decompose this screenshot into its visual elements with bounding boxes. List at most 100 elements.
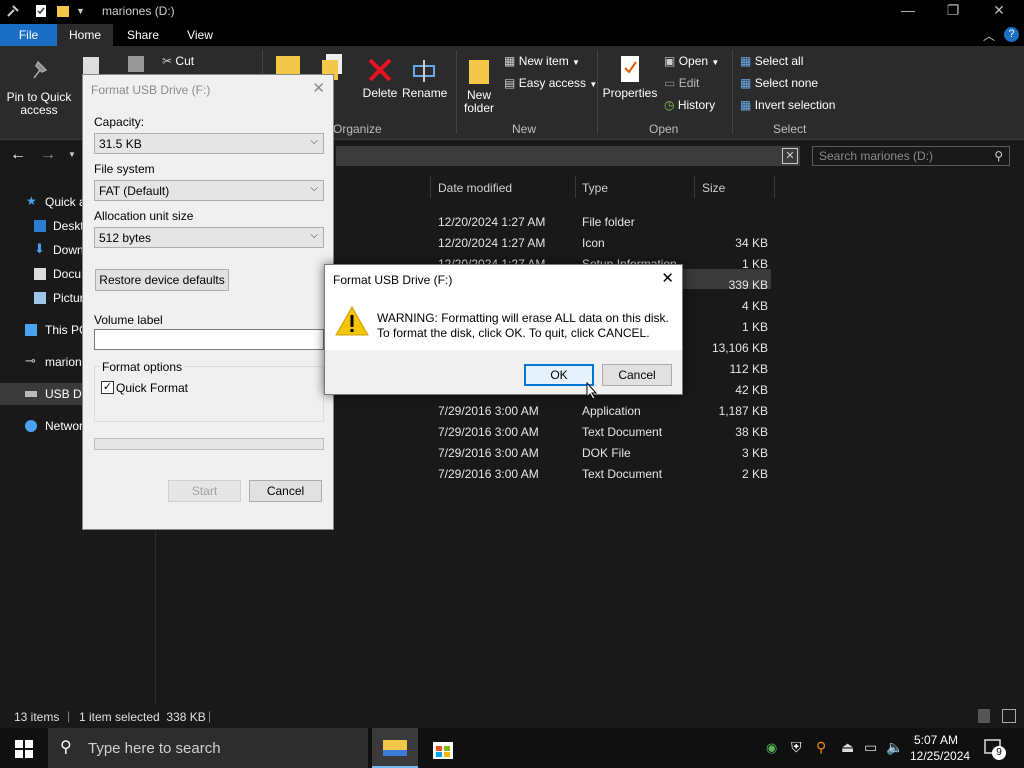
properties-label: Properties bbox=[602, 86, 658, 100]
row-size: 112 KB bbox=[729, 362, 768, 376]
file-system-select[interactable]: FAT (Default) ⌵ bbox=[94, 180, 324, 201]
column-header-date[interactable]: Date modified bbox=[438, 181, 512, 195]
status-bar: 13 items | 1 item selected 338 KB | bbox=[0, 704, 1024, 728]
search-placeholder: Search mariones (D:) bbox=[819, 149, 934, 163]
tray-search-icon[interactable]: ⚲ bbox=[816, 739, 826, 756]
mouse-cursor-icon bbox=[586, 382, 598, 400]
chevron-down-icon: ⌵ bbox=[310, 183, 318, 194]
format-progress-bar bbox=[94, 438, 324, 450]
recent-locations-chevron-icon[interactable]: ▼ bbox=[68, 150, 76, 159]
clear-address-icon[interactable]: ✕ bbox=[782, 148, 798, 164]
store-icon bbox=[433, 742, 453, 759]
restore-icon[interactable]: ❐ bbox=[938, 2, 968, 19]
new-item-button[interactable]: ▦ New item ▼ bbox=[504, 54, 580, 68]
row-size: 3 KB bbox=[741, 446, 768, 460]
invert-selection-button[interactable]: ▦ Invert selection bbox=[740, 98, 835, 112]
help-icon[interactable]: ? bbox=[1004, 27, 1019, 42]
clock-time[interactable]: 5:07 AM bbox=[914, 733, 958, 747]
clock-date[interactable]: 12/25/2024 bbox=[910, 749, 970, 763]
edit-button[interactable]: ▭ Edit bbox=[664, 76, 699, 90]
new-folder-icon bbox=[469, 60, 489, 84]
chevron-down-icon: ⌵ bbox=[310, 230, 318, 241]
delete-button[interactable]: Delete bbox=[360, 56, 400, 100]
forward-arrow-icon[interactable]: → bbox=[40, 146, 56, 164]
select-all-button[interactable]: ▦ Select all bbox=[740, 54, 803, 68]
start-button[interactable]: Start bbox=[168, 480, 241, 502]
back-arrow-icon[interactable]: ← bbox=[10, 146, 26, 164]
tab-view[interactable]: View bbox=[173, 24, 227, 46]
minimize-icon[interactable]: — bbox=[893, 2, 923, 18]
customize-qa-chevron-icon[interactable]: ▼ bbox=[76, 6, 90, 20]
row-size: 4 KB bbox=[741, 299, 768, 313]
tab-share[interactable]: Share bbox=[113, 24, 173, 46]
history-button[interactable]: ◷ History bbox=[664, 98, 715, 112]
format-options-label: Format options bbox=[100, 360, 185, 374]
row-date-modified: 7/29/2016 3:00 AM bbox=[438, 446, 539, 460]
paste-icon[interactable] bbox=[126, 52, 146, 74]
easy-access-button[interactable]: ▤ Easy access ▼ bbox=[504, 76, 597, 90]
tab-home[interactable]: Home bbox=[57, 24, 113, 46]
chevron-down-icon: ⌵ bbox=[310, 136, 318, 147]
network-status-icon[interactable]: ▭ bbox=[864, 739, 877, 756]
scissors-icon: ✂ bbox=[162, 54, 173, 68]
network-icon bbox=[25, 420, 37, 432]
taskbar-search-box[interactable]: ⚲ Type here to search bbox=[48, 728, 368, 768]
row-date-modified: 7/29/2016 3:00 AM bbox=[438, 425, 539, 439]
collapse-ribbon-icon[interactable]: ︿ bbox=[983, 27, 995, 44]
row-type: Application bbox=[582, 404, 641, 418]
usb-eject-icon[interactable]: ⏏ bbox=[841, 739, 854, 756]
microsoft-store-taskbar-button[interactable] bbox=[432, 738, 454, 763]
defender-shield-icon[interactable]: ⛨ bbox=[791, 739, 802, 756]
rename-button[interactable]: Rename bbox=[402, 56, 447, 100]
large-icons-view-icon[interactable] bbox=[1002, 709, 1016, 723]
desktop-icon bbox=[34, 220, 46, 232]
row-date-modified: 7/29/2016 3:00 AM bbox=[438, 467, 539, 481]
cut-button[interactable]: ✂ Cut bbox=[162, 54, 194, 68]
windows-start-icon[interactable] bbox=[15, 740, 33, 761]
file-explorer-taskbar-button[interactable] bbox=[372, 728, 418, 768]
format-dialog-close-icon[interactable]: ✕ bbox=[312, 79, 325, 97]
new-folder-quick-icon[interactable] bbox=[56, 4, 70, 18]
details-view-icon[interactable] bbox=[978, 709, 990, 723]
format-dialog-title: Format USB Drive (F:) bbox=[91, 83, 211, 97]
quick-access-pin-icon[interactable] bbox=[6, 4, 20, 18]
file-explorer-icon bbox=[383, 740, 407, 756]
select-none-button[interactable]: ▦ Select none bbox=[740, 76, 818, 90]
invert-selection-label: Invert selection bbox=[754, 98, 836, 112]
tray-network-app-icon[interactable]: ◉ bbox=[766, 740, 777, 756]
row-size: 1 KB bbox=[741, 257, 768, 271]
quick-format-label: Quick Format bbox=[116, 381, 189, 395]
tab-file[interactable]: File bbox=[0, 24, 57, 46]
search-input[interactable]: Search mariones (D:) ⚲ bbox=[812, 146, 1010, 166]
address-bar[interactable] bbox=[336, 146, 800, 166]
allocation-unit-select[interactable]: 512 bytes ⌵ bbox=[94, 227, 324, 248]
warning-triangle-icon bbox=[335, 305, 369, 336]
file-system-label: File system bbox=[94, 162, 155, 176]
volume-label-input[interactable] bbox=[94, 329, 324, 350]
documents-icon bbox=[34, 268, 46, 280]
open-button[interactable]: ▣ Open ▼ bbox=[664, 54, 719, 68]
network-drive-icon: ⊸ bbox=[25, 353, 36, 368]
new-folder-button[interactable]: New folder bbox=[460, 56, 498, 115]
warning-dialog-title: Format USB Drive (F:) bbox=[333, 273, 453, 287]
download-arrow-icon: ⬇ bbox=[34, 241, 45, 256]
warning-dialog-close-icon[interactable]: ✕ bbox=[661, 269, 674, 287]
capacity-select[interactable]: 31.5 KB ⌵ bbox=[94, 133, 324, 154]
move-to-icon[interactable] bbox=[276, 54, 300, 76]
new-item-label: New item bbox=[518, 54, 569, 68]
pin-to-quick-access-button[interactable]: Pin to Quick access bbox=[4, 58, 74, 117]
properties-button[interactable]: Properties bbox=[602, 54, 658, 100]
column-header-type[interactable]: Type bbox=[582, 181, 608, 195]
warning-cancel-button[interactable]: Cancel bbox=[602, 364, 672, 386]
close-icon[interactable]: ✕ bbox=[984, 2, 1014, 19]
select-all-label: Select all bbox=[754, 54, 804, 68]
volume-icon[interactable]: 🔈 bbox=[886, 739, 903, 756]
ok-button[interactable]: OK bbox=[524, 364, 594, 386]
quick-format-checkbox[interactable]: ✓ bbox=[101, 381, 114, 394]
column-header-size[interactable]: Size bbox=[702, 181, 725, 195]
format-cancel-button[interactable]: Cancel bbox=[249, 480, 322, 502]
history-label: History bbox=[677, 98, 716, 112]
properties-quick-icon[interactable] bbox=[34, 4, 48, 18]
restore-defaults-button[interactable]: Restore device defaults bbox=[95, 269, 229, 291]
open-group-label: Open bbox=[649, 122, 679, 136]
